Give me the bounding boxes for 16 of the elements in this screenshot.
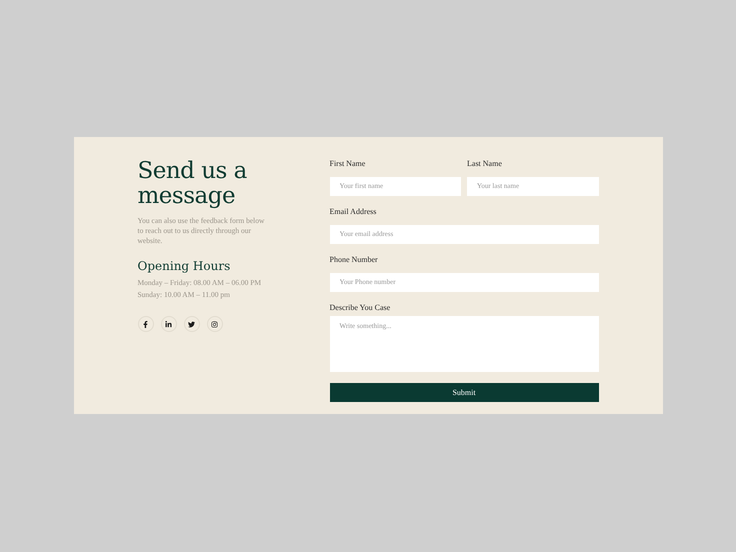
social-link[interactable] [138, 316, 154, 332]
bird-icon [188, 320, 195, 328]
field-label: Email Address [330, 207, 378, 217]
field-label: Phone Number [330, 255, 379, 265]
camera-icon [211, 320, 218, 328]
subheading: Opening Hours [138, 259, 232, 273]
linkedin-icon [165, 320, 172, 328]
heading: Send us a message [138, 159, 248, 209]
social-link[interactable] [184, 316, 200, 332]
social-link[interactable] [206, 316, 222, 332]
field-label: First Name [330, 159, 366, 169]
facebook-icon [142, 320, 149, 328]
submit-button[interactable]: Submit [330, 383, 598, 402]
field-label: Last Name [467, 159, 503, 169]
field-label: Describe You Case [330, 303, 392, 313]
social-link[interactable] [160, 316, 176, 332]
